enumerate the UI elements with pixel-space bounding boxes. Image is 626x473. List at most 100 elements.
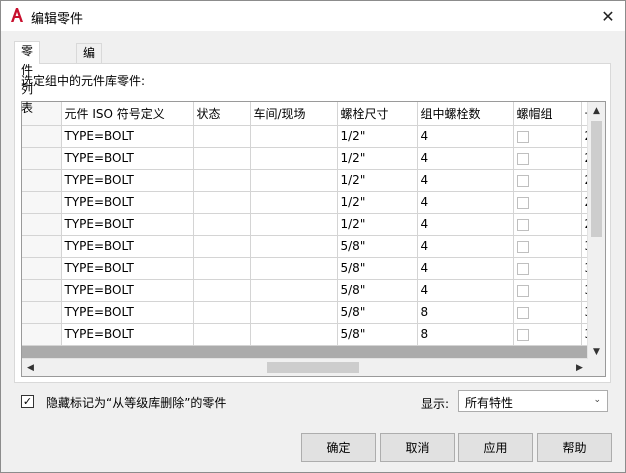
cell-bolt-count[interactable]: 4 — [417, 147, 514, 170]
cell-iso-def[interactable]: TYPE=BOLT — [61, 147, 194, 170]
cell-bolt-size[interactable]: 5/8" — [337, 323, 418, 346]
cell-bolt-count[interactable]: 8 — [417, 323, 514, 346]
nut-group-checkbox[interactable] — [516, 218, 529, 231]
column-header-iso-def[interactable]: 元件 ISO 符号定义 — [61, 102, 194, 126]
cell-bolt-size[interactable]: 5/8" — [337, 279, 418, 302]
cell-status[interactable] — [193, 169, 251, 192]
table-row[interactable]: TYPE=BOLT1/2"42 — [22, 191, 602, 214]
cell-nut-group[interactable] — [513, 147, 582, 170]
row-header-cell[interactable] — [22, 257, 62, 280]
table-row[interactable]: TYPE=BOLT5/8"43 — [22, 257, 602, 280]
cell-shop-field[interactable] — [250, 125, 338, 148]
cell-status[interactable] — [193, 257, 251, 280]
cell-bolt-size[interactable]: 5/8" — [337, 301, 418, 324]
title-bar[interactable]: 编辑零件 ✕ — [1, 1, 625, 31]
cell-bolt-size[interactable]: 1/2" — [337, 169, 418, 192]
cell-status[interactable] — [193, 125, 251, 148]
cell-bolt-count[interactable]: 4 — [417, 213, 514, 236]
cell-status[interactable] — [193, 279, 251, 302]
scroll-left-button[interactable]: ◀ — [22, 359, 39, 376]
cancel-button[interactable]: 取消 — [380, 433, 455, 462]
column-header-nut-group[interactable]: 螺帽组 — [513, 102, 582, 126]
cell-bolt-count[interactable]: 8 — [417, 301, 514, 324]
cell-shop-field[interactable] — [250, 191, 338, 214]
nut-group-checkbox[interactable] — [516, 196, 529, 209]
cell-iso-def[interactable]: TYPE=BOLT — [61, 301, 194, 324]
cell-bolt-size[interactable]: 1/2" — [337, 191, 418, 214]
cell-iso-def[interactable]: TYPE=BOLT — [61, 169, 194, 192]
row-header-cell[interactable] — [22, 147, 62, 170]
cell-nut-group[interactable] — [513, 279, 582, 302]
nut-group-checkbox[interactable] — [516, 306, 529, 319]
cell-iso-def[interactable]: TYPE=BOLT — [61, 323, 194, 346]
cell-nut-group[interactable] — [513, 323, 582, 346]
cell-status[interactable] — [193, 301, 251, 324]
cell-nut-group[interactable] — [513, 257, 582, 280]
cell-iso-def[interactable]: TYPE=BOLT — [61, 213, 194, 236]
table-row[interactable]: TYPE=BOLT5/8"43 — [22, 235, 602, 258]
nut-group-checkbox[interactable] — [516, 328, 529, 341]
row-header-cell[interactable] — [22, 191, 62, 214]
row-header-cell[interactable] — [22, 301, 62, 324]
cell-bolt-size[interactable]: 5/8" — [337, 235, 418, 258]
cell-shop-field[interactable] — [250, 213, 338, 236]
horizontal-scrollbar[interactable]: ◀ ▶ — [22, 358, 588, 376]
scroll-up-button[interactable]: ▲ — [588, 102, 605, 119]
row-header-cell[interactable] — [22, 279, 62, 302]
cell-bolt-count[interactable]: 4 — [417, 235, 514, 258]
cell-bolt-size[interactable]: 1/2" — [337, 213, 418, 236]
nut-group-checkbox[interactable] — [516, 152, 529, 165]
cell-iso-def[interactable]: TYPE=BOLT — [61, 191, 194, 214]
tab-edit-properties[interactable]: 编辑特性 — [76, 43, 103, 117]
cell-status[interactable] — [193, 191, 251, 214]
cell-iso-def[interactable]: TYPE=BOLT — [61, 235, 194, 258]
table-row[interactable]: TYPE=BOLT1/2"42 — [22, 169, 602, 192]
cell-bolt-count[interactable]: 4 — [417, 125, 514, 148]
cell-nut-group[interactable] — [513, 125, 582, 148]
nut-group-checkbox[interactable] — [516, 240, 529, 253]
cell-status[interactable] — [193, 147, 251, 170]
cell-nut-group[interactable] — [513, 191, 582, 214]
row-header-cell[interactable] — [22, 323, 62, 346]
nut-group-checkbox[interactable] — [516, 174, 529, 187]
cell-iso-def[interactable]: TYPE=BOLT — [61, 125, 194, 148]
row-header-cell[interactable] — [22, 235, 62, 258]
scroll-down-button[interactable]: ▼ — [588, 343, 605, 360]
table-row[interactable]: TYPE=BOLT5/8"43 — [22, 279, 602, 302]
cell-shop-field[interactable] — [250, 169, 338, 192]
cell-bolt-size[interactable]: 5/8" — [337, 257, 418, 280]
nut-group-checkbox[interactable] — [516, 130, 529, 143]
cell-bolt-count[interactable]: 4 — [417, 279, 514, 302]
parts-grid[interactable]: 元件 ISO 符号定义 状态 车间/现场 螺栓尺寸 组中螺栓数 螺帽组 长 TY… — [21, 101, 606, 377]
table-row[interactable]: TYPE=BOLT5/8"83 — [22, 323, 602, 346]
cell-nut-group[interactable] — [513, 213, 582, 236]
apply-button[interactable]: 应用 — [458, 433, 533, 462]
row-header-cell[interactable] — [22, 169, 62, 192]
tab-part-list[interactable]: 零件列表 — [14, 41, 41, 115]
cell-nut-group[interactable] — [513, 169, 582, 192]
cell-status[interactable] — [193, 213, 251, 236]
column-header-status[interactable]: 状态 — [193, 102, 251, 126]
cell-bolt-count[interactable]: 4 — [417, 169, 514, 192]
display-dropdown[interactable]: 所有特性 ⌄ — [458, 390, 608, 412]
horizontal-scroll-thumb[interactable] — [267, 362, 359, 373]
row-header-cell[interactable] — [22, 125, 62, 148]
close-button[interactable]: ✕ — [591, 1, 625, 31]
nut-group-checkbox[interactable] — [516, 262, 529, 275]
cell-bolt-size[interactable]: 1/2" — [337, 147, 418, 170]
help-button[interactable]: 帮助 — [537, 433, 612, 462]
cell-status[interactable] — [193, 235, 251, 258]
column-header-bolt-size[interactable]: 螺栓尺寸 — [337, 102, 418, 126]
cell-nut-group[interactable] — [513, 301, 582, 324]
table-row[interactable]: TYPE=BOLT1/2"42 — [22, 213, 602, 236]
cell-shop-field[interactable] — [250, 257, 338, 280]
column-header-bolt-count[interactable]: 组中螺栓数 — [417, 102, 514, 126]
cell-shop-field[interactable] — [250, 323, 338, 346]
cell-shop-field[interactable] — [250, 235, 338, 258]
cell-bolt-count[interactable]: 4 — [417, 257, 514, 280]
table-row[interactable]: TYPE=BOLT5/8"83 — [22, 301, 602, 324]
vertical-scroll-thumb[interactable] — [591, 121, 602, 237]
hide-removed-checkbox[interactable]: ✓ — [21, 395, 34, 408]
row-header-cell[interactable] — [22, 213, 62, 236]
vertical-scrollbar[interactable]: ▲ ▼ — [587, 102, 605, 360]
